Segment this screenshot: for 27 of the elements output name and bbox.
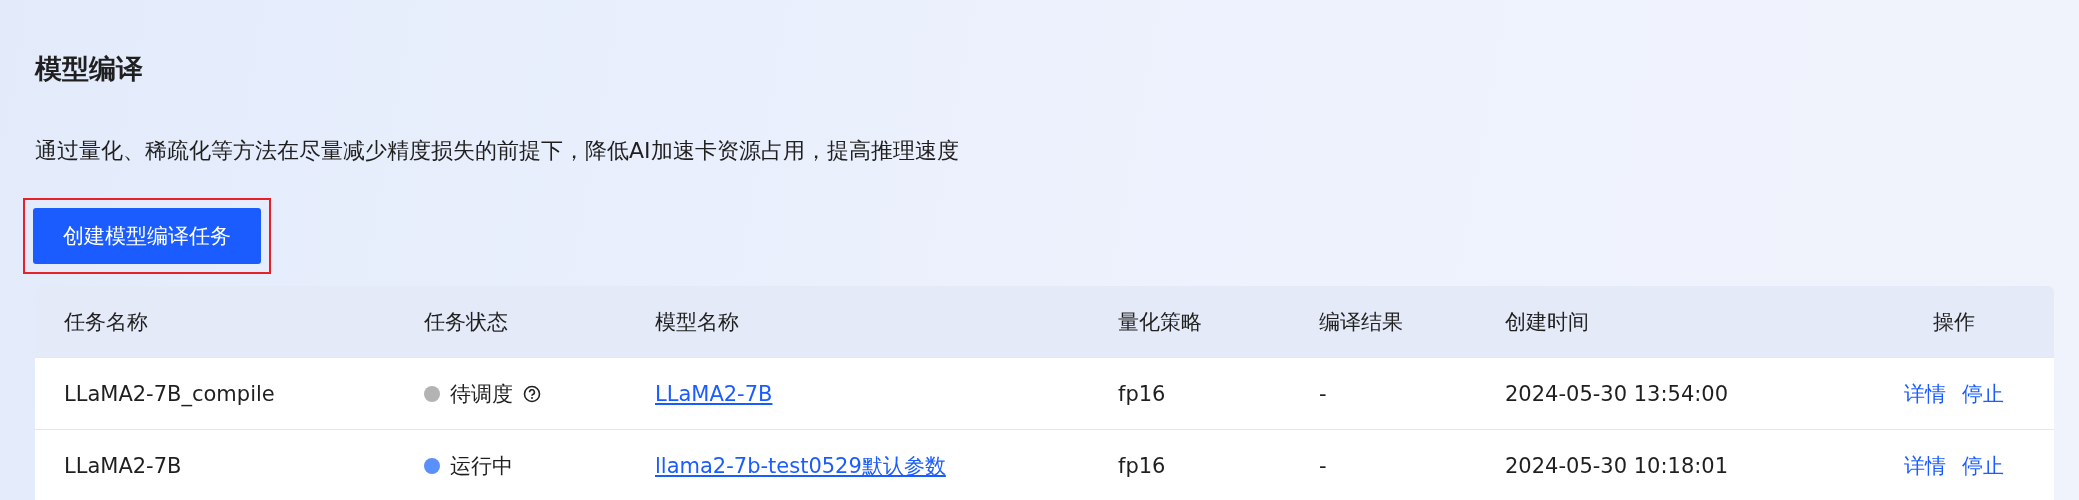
task-name: LLaMA2-7B_compile <box>64 381 276 406</box>
page-title: 模型编译 <box>35 55 144 82</box>
column-header: 任务名称 <box>64 308 149 336</box>
column-header: 编译结果 <box>1319 308 1404 336</box>
help-icon[interactable] <box>523 384 541 403</box>
created-time: 2024-05-30 10:18:01 <box>1505 453 1730 478</box>
quantization-text: fp16 <box>1118 381 1167 406</box>
created-time: 2024-05-30 13:54:00 <box>1505 381 1730 406</box>
details-link[interactable]: 详情 <box>1904 379 1946 408</box>
column-header: 操作 <box>1932 308 1976 336</box>
model-link[interactable]: LLaMA2-7B <box>655 381 1118 406</box>
column-header: 量化策略 <box>1118 308 1203 336</box>
column-header: 模型名称 <box>655 308 740 336</box>
column-header: 任务状态 <box>424 308 509 336</box>
result-text: - <box>1319 381 1328 406</box>
create-task-button[interactable]: 创建模型编译任务 <box>33 208 261 264</box>
stop-link[interactable]: 停止 <box>1962 451 2004 480</box>
page-description: 通过量化、稀疏化等方法在尽量减少精度损失的前提下，降低AI加速卡资源占用，提高推理速度 <box>35 140 960 162</box>
task-status: 运行中 <box>450 452 513 480</box>
task-status: 待调度 <box>450 380 513 408</box>
result-text: - <box>1319 453 1328 478</box>
model-link[interactable]: llama2-7b-test0529默认参数 <box>655 451 1118 480</box>
stop-link[interactable]: 停止 <box>1962 379 2004 408</box>
column-header: 创建时间 <box>1505 308 1590 336</box>
task-name: LLaMA2-7B <box>64 453 183 478</box>
details-link[interactable]: 详情 <box>1904 451 1946 480</box>
quantization-text: fp16 <box>1118 453 1167 478</box>
